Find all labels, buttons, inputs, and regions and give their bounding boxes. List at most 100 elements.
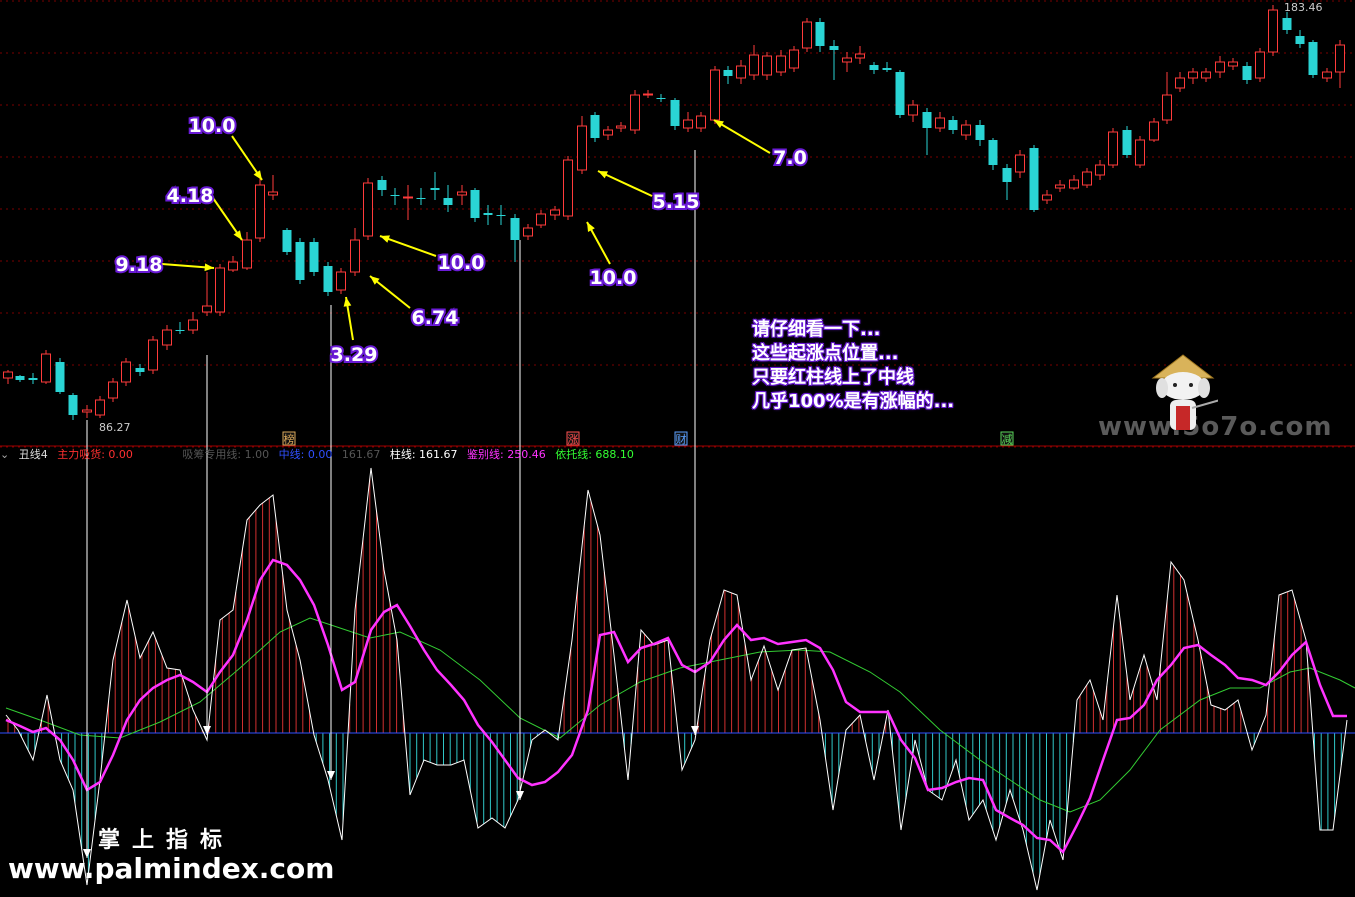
candle-body <box>842 57 852 63</box>
histogram <box>7 478 1342 875</box>
annotation-arrowhead <box>204 263 214 272</box>
candle-body <box>1029 148 1039 210</box>
candle-body <box>603 129 613 136</box>
annotation-label: 10.0 <box>438 252 485 274</box>
annotation-arrowhead <box>253 170 262 180</box>
candle-body <box>1255 51 1265 79</box>
candle-body <box>295 242 305 280</box>
annotation-arrowhead <box>343 297 352 307</box>
candle <box>510 214 520 262</box>
candle <box>1188 68 1198 84</box>
candle <box>789 46 799 72</box>
candle <box>15 375 25 382</box>
candle <box>202 272 212 316</box>
price-high-label: 183.46 <box>1284 1 1323 14</box>
candle <box>108 378 118 402</box>
candle <box>470 188 480 222</box>
candle <box>736 60 746 84</box>
candle-body <box>1242 66 1252 80</box>
candle <box>563 156 573 220</box>
candle <box>855 46 865 64</box>
candle <box>1308 40 1318 78</box>
candle <box>242 232 252 270</box>
candle <box>416 188 426 205</box>
candle-body <box>1015 154 1025 173</box>
candle-body <box>590 115 600 138</box>
candle-body <box>882 68 892 70</box>
candle <box>295 238 305 284</box>
event-tag: 减 <box>1000 431 1014 446</box>
candle <box>162 325 172 350</box>
candle <box>1228 58 1238 70</box>
candle <box>1268 5 1278 56</box>
candle <box>336 268 346 294</box>
candle-body <box>377 180 387 190</box>
candle-body <box>175 330 185 331</box>
annotation-label: 9.18 <box>116 254 163 276</box>
candle-body <box>1282 18 1292 30</box>
candle-body <box>121 361 131 383</box>
annotation-label: 3.29 <box>331 344 378 366</box>
annotation: 5.15 <box>597 170 701 215</box>
annotation: 4.18 <box>165 183 243 241</box>
candle-body <box>802 21 812 49</box>
candle-body <box>683 119 693 129</box>
collapse-icon[interactable]: ⌄ <box>0 448 9 461</box>
candle <box>630 90 640 134</box>
candle <box>350 228 360 276</box>
candle-body <box>496 215 506 216</box>
candle <box>377 176 387 196</box>
candle-body <box>723 70 733 76</box>
candle <box>1201 68 1211 82</box>
note-line: 几乎100%是有涨幅的... <box>752 391 955 412</box>
candle <box>577 116 587 174</box>
candle-body <box>1055 184 1065 189</box>
candle <box>309 238 319 276</box>
candle <box>483 205 493 225</box>
candle-body <box>1188 71 1198 79</box>
candle <box>1162 72 1172 124</box>
candle-body <box>1095 164 1105 176</box>
candle-body <box>948 120 958 130</box>
candle <box>55 358 65 394</box>
candle-body <box>696 115 706 129</box>
candle-body <box>1069 179 1079 189</box>
candle-body <box>483 213 493 215</box>
candle <box>1108 128 1118 168</box>
candle-body <box>443 198 453 205</box>
candle-body <box>895 72 905 115</box>
candle-body <box>1175 77 1185 89</box>
annotation: 6.74 <box>369 275 460 331</box>
candle-body <box>82 409 92 413</box>
annotation-label: 5.15 <box>653 191 700 213</box>
candle-body <box>1082 171 1092 186</box>
candle-body <box>908 104 918 116</box>
candle <box>188 312 198 334</box>
annotation-label: 6.74 <box>412 307 459 329</box>
candle <box>802 18 812 52</box>
event-tags: 榜涨财减 <box>282 431 1014 446</box>
annotation-arrowhead <box>233 230 242 240</box>
candle <box>1055 180 1065 192</box>
candle <box>1015 150 1025 178</box>
candle-body <box>922 112 932 128</box>
event-tag: 财 <box>674 431 688 446</box>
candle-body <box>15 376 25 380</box>
indicator-name[interactable]: 丑线4 <box>19 448 48 461</box>
candle-body <box>656 98 666 99</box>
candle <box>1029 145 1039 212</box>
candle <box>135 364 145 376</box>
annotation-arrowhead <box>380 235 390 243</box>
candle <box>829 40 839 80</box>
note-panel: 请仔细看一下... 这些起涨点位置... 只要红柱线上了中线 几乎100%是有涨… <box>752 318 992 414</box>
event-tag-text: 涨 <box>568 433 579 446</box>
candle-body <box>829 46 839 50</box>
candle <box>948 116 958 134</box>
candle <box>28 373 38 384</box>
candle-body <box>336 271 346 291</box>
candle-body <box>1042 194 1052 201</box>
candle <box>403 185 413 220</box>
candle <box>1215 56 1225 78</box>
annotation-label: 4.18 <box>167 185 214 207</box>
watermark-url: www.palmindex.com <box>8 852 335 885</box>
